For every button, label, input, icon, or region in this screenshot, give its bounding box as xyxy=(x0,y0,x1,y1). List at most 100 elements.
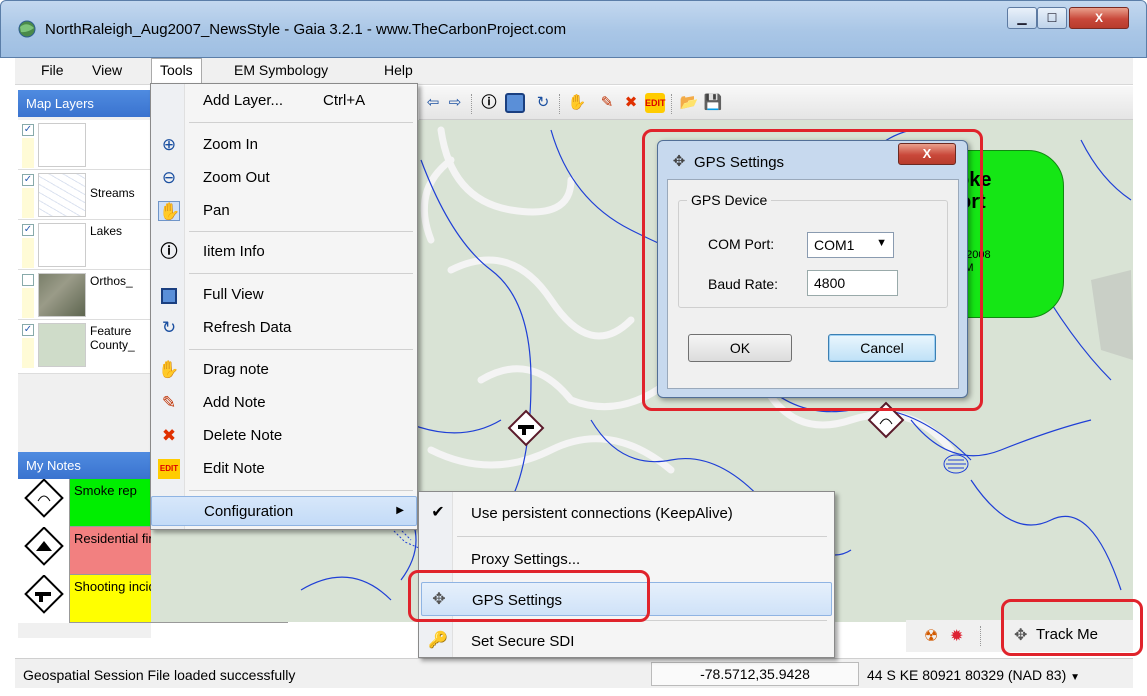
layer-row[interactable]: ✓ Streams xyxy=(18,170,151,220)
forward-arrow-icon[interactable]: ⇨ xyxy=(445,93,465,113)
cancel-button[interactable]: Cancel xyxy=(828,334,936,362)
toolbar-separator xyxy=(980,626,981,646)
menu-view[interactable]: View xyxy=(92,62,122,78)
group-label: GPS Device xyxy=(687,192,772,208)
menu-item-configuration[interactable]: Configuration ▶ xyxy=(151,496,417,526)
menu-item-refresh-data[interactable]: ↻ Refresh Data xyxy=(151,313,417,343)
zoom-out-icon: ⊖ xyxy=(161,168,177,187)
toolbar-separator xyxy=(671,94,672,114)
smoke-report-icon xyxy=(18,478,70,527)
status-message: Geospatial Session File loaded successfu… xyxy=(23,667,296,683)
layer-checkbox[interactable]: ✓ xyxy=(22,224,34,236)
menu-item-add-note[interactable]: ✎ Add Note xyxy=(151,388,417,418)
grid-reference-select[interactable]: 44 S KE 80921 80329 (NAD 83) ▼ xyxy=(867,667,1080,683)
menu-item-add-layer[interactable]: Add Layer... Ctrl+A xyxy=(151,86,417,116)
add-note-icon: ✎ xyxy=(161,393,177,412)
menu-item-delete-note[interactable]: ✖ Delete Note xyxy=(151,421,417,451)
note-text: Residential fire xyxy=(74,531,160,546)
info-icon[interactable]: ⓘ xyxy=(479,93,499,113)
layer-row[interactable]: Orthos_ xyxy=(18,270,151,320)
menu-help[interactable]: Help xyxy=(384,62,413,78)
layer-thumbnail xyxy=(38,323,86,367)
menu-item-zoom-in[interactable]: ⊕ Zoom In xyxy=(151,130,417,160)
layer-name: Streams xyxy=(90,186,135,200)
refresh-icon: ↻ xyxy=(161,318,177,337)
menu-item-drag-note[interactable]: ✋ Drag note xyxy=(151,355,417,385)
back-arrow-icon[interactable]: ⇦ xyxy=(423,93,443,113)
toolbar-separator xyxy=(559,94,560,114)
menu-item-zoom-out[interactable]: ⊖ Zoom Out xyxy=(151,163,417,193)
compass-icon: ✥ xyxy=(672,153,686,170)
close-icon: X xyxy=(922,146,932,161)
layer-row[interactable]: ✓ Feature County_ xyxy=(18,320,151,374)
key-icon: 🔑 xyxy=(428,632,448,649)
save-icon[interactable]: 💾 xyxy=(703,93,723,113)
close-icon: X xyxy=(1094,11,1103,25)
chevron-down-icon: ▼ xyxy=(876,237,887,249)
delete-note-icon: ✖ xyxy=(161,426,177,445)
compass-icon: ✥ xyxy=(1014,627,1028,644)
ok-button[interactable]: OK xyxy=(688,334,792,362)
tools-menu: Add Layer... Ctrl+A ⊕ Zoom In ⊖ Zoom Out… xyxy=(150,83,418,530)
menu-item-item-info[interactable]: ⓘ Iitem Info xyxy=(151,237,417,267)
residential-fire-icon xyxy=(18,526,70,575)
menu-file[interactable]: File xyxy=(41,62,64,78)
minimize-icon: ▁ xyxy=(1017,11,1027,25)
layer-checkbox[interactable] xyxy=(22,274,34,286)
maximize-icon: ☐ xyxy=(1046,11,1058,25)
compass-icon: ✥ xyxy=(432,591,446,608)
com-port-select[interactable]: COM1 ▼ xyxy=(807,232,894,258)
delete-note-icon[interactable]: ✖ xyxy=(621,93,641,113)
layer-thumbnail xyxy=(38,273,86,317)
baud-rate-input[interactable]: 4800 xyxy=(807,270,898,296)
title-bar: NorthRaleigh_Aug2007_NewsStyle - Gaia 3.… xyxy=(0,0,1147,58)
menu-item-proxy-settings[interactable]: Proxy Settings... xyxy=(421,542,832,576)
menu-item-pan[interactable]: ✋ Pan xyxy=(151,196,417,226)
open-folder-icon[interactable]: 📂 xyxy=(679,93,699,113)
zoom-in-icon: ⊕ xyxy=(161,135,177,154)
layer-name: Lakes xyxy=(90,224,123,238)
menu-item-gps-settings[interactable]: ✥ GPS Settings xyxy=(421,582,832,616)
dialog-close-button[interactable]: X xyxy=(898,143,956,165)
edit-note-icon[interactable]: EDIT xyxy=(645,93,666,113)
close-button[interactable]: X xyxy=(1069,7,1129,29)
gps-settings-dialog: ✥ GPS Settings X GPS Device COM Port: CO… xyxy=(657,140,968,398)
layer-checkbox[interactable]: ✓ xyxy=(22,174,34,186)
menu-em-symbology[interactable]: EM Symbology xyxy=(234,62,328,78)
maximize-button[interactable]: ☐ xyxy=(1037,7,1067,29)
full-view-icon[interactable] xyxy=(505,93,525,113)
window-title: NorthRaleigh_Aug2007_NewsStyle - Gaia 3.… xyxy=(45,21,567,38)
layer-checkbox[interactable]: ✓ xyxy=(22,124,34,136)
full-view-icon xyxy=(158,285,180,305)
drag-note-icon[interactable]: ✋ xyxy=(567,93,587,113)
layer-name: Feature County_ xyxy=(90,324,135,352)
shooting-incident-map-icon[interactable] xyxy=(506,408,546,448)
shooting-incident-icon xyxy=(18,574,70,623)
layer-row[interactable]: ✓ Lakes xyxy=(18,220,151,270)
menu-item-full-view[interactable]: Full View xyxy=(151,280,417,310)
drag-note-icon: ✋ xyxy=(158,360,180,379)
minimize-button[interactable]: ▁ xyxy=(1007,7,1037,29)
layer-row[interactable]: ✓ xyxy=(18,120,151,170)
menu-item-edit-note[interactable]: EDIT Edit Note xyxy=(151,454,417,484)
main-toolbar: ⇦ ⇨ ⓘ ↻ ✋ ✎ ✖ EDIT 📂 💾 xyxy=(419,86,1133,120)
menu-item-keepalive[interactable]: ✔ Use persistent connections (KeepAlive) xyxy=(421,496,832,530)
edit-note-icon: EDIT xyxy=(158,459,180,479)
hazard-icon[interactable]: ☢ xyxy=(924,626,938,646)
submenu-arrow-icon: ▶ xyxy=(396,505,404,516)
layer-thumbnail xyxy=(38,223,86,267)
refresh-icon[interactable]: ↻ xyxy=(533,93,553,113)
baud-rate-label: Baud Rate: xyxy=(708,276,779,292)
track-me-button[interactable]: ✥ Track Me xyxy=(1008,620,1133,650)
add-note-icon[interactable]: ✎ xyxy=(597,93,617,113)
layer-checkbox[interactable]: ✓ xyxy=(22,324,34,336)
hatched-area-icon xyxy=(943,454,969,474)
layer-thumbnail xyxy=(38,123,86,167)
note-text: Smoke rep xyxy=(74,483,137,498)
layer-name: Orthos_ xyxy=(90,274,133,288)
menu-tools[interactable]: Tools xyxy=(151,58,202,86)
menu-item-secure-sdi[interactable]: 🔑 Set Secure SDI xyxy=(421,624,832,658)
smoke-report-map-icon[interactable] xyxy=(866,400,906,440)
my-notes-header: My Notes xyxy=(18,452,151,479)
settings-gear-icon[interactable]: ✹ xyxy=(950,626,963,646)
